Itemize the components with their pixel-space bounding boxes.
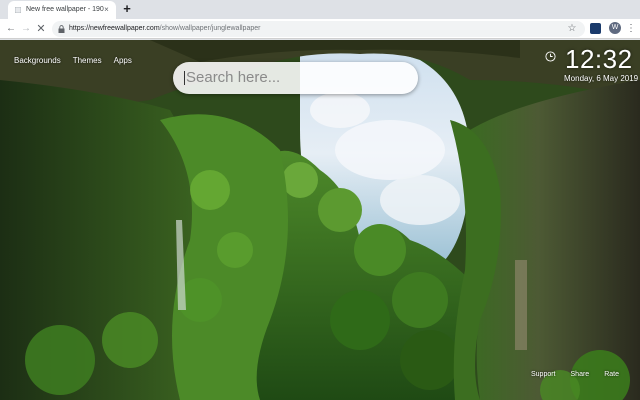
forward-arrow-icon[interactable]: → — [19, 22, 33, 36]
browser-toolbar: ← → ✕ https://newfreewallpaper.com/show/… — [0, 19, 640, 39]
support-link[interactable]: Support — [531, 370, 556, 379]
kebab-menu-icon[interactable]: ⋮ — [626, 22, 636, 35]
stop-loading-icon[interactable]: ✕ — [34, 22, 48, 36]
rate-link[interactable]: Rate — [604, 370, 619, 379]
new-tab-button[interactable]: + — [120, 2, 134, 16]
profile-avatar[interactable]: W — [609, 22, 621, 34]
top-nav: Backgrounds Themes Apps — [14, 56, 132, 66]
text-caret — [184, 71, 185, 85]
clock-date: Monday, 6 May 2019 — [564, 74, 639, 83]
tab-close-icon[interactable]: × — [101, 4, 112, 15]
tab-title: New free wallpaper - 19052019... — [26, 6, 104, 13]
footer-links: Support Share Rate — [531, 370, 619, 379]
url-domain: https://newfreewallpaper.com — [69, 25, 160, 32]
url-text[interactable]: https://newfreewallpaper.com/show/wallpa… — [69, 23, 260, 35]
extension-icon[interactable] — [590, 23, 601, 34]
new-tab-page: Backgrounds Themes Apps Search here... 1… — [0, 40, 640, 400]
jungle-wallpaper — [0, 40, 640, 400]
nav-themes-link[interactable]: Themes — [73, 56, 102, 66]
search-box[interactable]: Search here... — [173, 62, 418, 94]
clock-time: 12:32 — [565, 44, 633, 74]
address-bar[interactable]: https://newfreewallpaper.com/show/wallpa… — [52, 21, 585, 37]
share-link[interactable]: Share — [571, 370, 590, 379]
nav-apps-link[interactable]: Apps — [114, 56, 132, 66]
back-arrow-icon[interactable]: ← — [4, 22, 18, 36]
url-path: /show/wallpaper/junglewallpaper — [159, 25, 261, 32]
star-icon[interactable]: ☆ — [566, 23, 578, 35]
clock-icon[interactable] — [545, 51, 556, 62]
lock-icon[interactable] — [58, 25, 65, 33]
page-icon — [15, 7, 21, 13]
tab-strip: New free wallpaper - 19052019... × + — [0, 0, 640, 19]
nav-backgrounds-link[interactable]: Backgrounds — [14, 56, 61, 66]
search-input[interactable]: Search here... — [186, 69, 280, 87]
browser-tab[interactable]: New free wallpaper - 19052019... × — [8, 1, 116, 19]
